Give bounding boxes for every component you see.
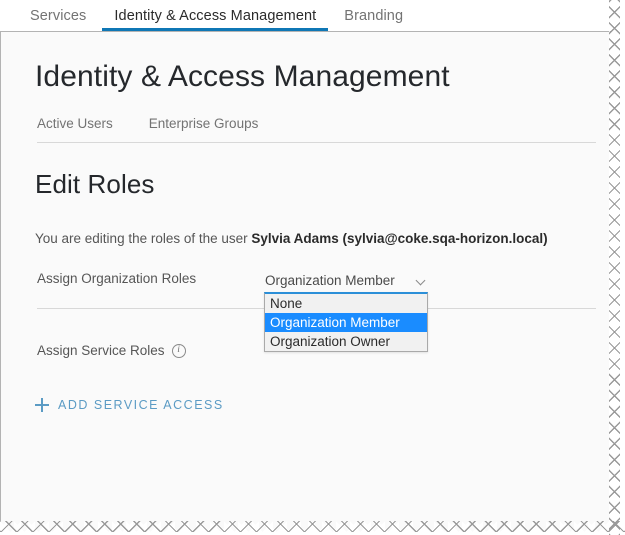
tab-list: Services Identity & Access Management Br… (0, 0, 612, 31)
sub-navigation: Active Users Enterprise Groups (1, 110, 612, 136)
assign-organization-roles-label: Assign Organization Roles (37, 271, 197, 287)
page-title: Identity & Access Management (35, 60, 450, 93)
assign-service-roles-label: Assign Service Roles (37, 343, 165, 358)
tab-identity-access-management[interactable]: Identity & Access Management (100, 0, 330, 31)
subnav-item-enterprise-groups[interactable]: Enterprise Groups (149, 116, 259, 131)
plus-icon (35, 398, 49, 412)
tab-identity-access-management-label: Identity & Access Management (114, 7, 317, 24)
organization-roles-select-trigger[interactable]: Organization Member (265, 270, 429, 290)
edit-roles-description-prefix: You are editing the roles of the user (35, 231, 252, 246)
subnav-item-active-users[interactable]: Active Users (37, 116, 113, 131)
organization-roles-select[interactable]: Organization Member None Organization Me… (264, 270, 429, 352)
chevron-down-icon (416, 275, 427, 286)
torn-edge-right (609, 0, 625, 535)
primary-tab-bar: Services Identity & Access Management Br… (0, 0, 612, 32)
tab-branding[interactable]: Branding (330, 0, 417, 31)
organization-roles-selected-value: Organization Member (265, 272, 395, 288)
add-service-access-button[interactable]: Add Service Access (1, 358, 224, 412)
add-service-access-label: Add Service Access (58, 398, 224, 412)
edit-roles-user-name: Sylvia Adams (sylvia@coke.sqa-horizon.lo… (251, 231, 548, 246)
organization-roles-option-organization-member[interactable]: Organization Member (265, 313, 427, 332)
organization-roles-option-none[interactable]: None (265, 294, 427, 313)
tab-services[interactable]: Services (16, 0, 100, 31)
main-content: Identity & Access Management Active User… (0, 32, 612, 535)
screenshot-root: Services Identity & Access Management Br… (0, 0, 625, 535)
torn-edge-bottom (0, 521, 625, 535)
organization-roles-option-organization-owner[interactable]: Organization Owner (265, 332, 427, 351)
info-circle-icon[interactable]: i (171, 343, 186, 358)
section-title-edit-roles: Edit Roles (35, 169, 155, 199)
organization-roles-option-list[interactable]: None Organization Member Organization Ow… (264, 292, 428, 352)
tab-branding-label: Branding (344, 7, 404, 24)
assign-organization-roles-row: Assign Organization Roles Organization M… (1, 270, 612, 352)
tab-services-label: Services (30, 7, 87, 24)
edit-roles-description: You are editing the roles of the user Sy… (1, 200, 612, 246)
